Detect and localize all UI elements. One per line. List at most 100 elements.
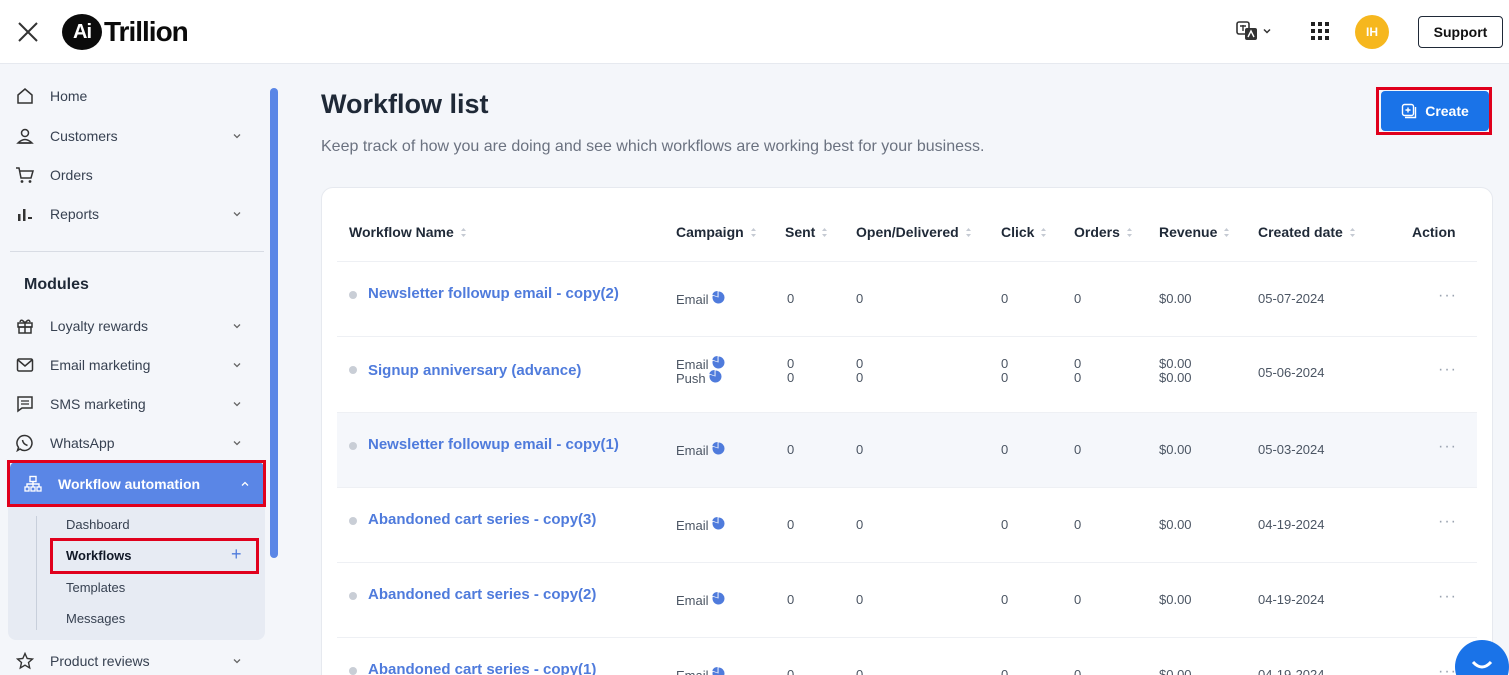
status-dot: [349, 517, 357, 525]
row-actions-menu-icon[interactable]: ···: [1438, 438, 1457, 456]
sidebar-item-orders[interactable]: Orders: [14, 157, 264, 193]
open-delivered-cell: 0: [856, 442, 864, 457]
translate-icon: [1236, 21, 1257, 40]
sidebar-item-email-marketing[interactable]: Email marketing: [14, 347, 264, 383]
campaign-cell: Email: [676, 517, 725, 533]
submenu-item-templates[interactable]: Templates: [66, 580, 125, 595]
orders-cell: 0: [1074, 370, 1082, 385]
column-header[interactable]: Campaign: [676, 224, 757, 240]
workflow-name-link[interactable]: Abandoned cart series - copy(1): [368, 661, 596, 675]
pie-chart-icon[interactable]: [708, 370, 722, 386]
row-actions-menu-icon[interactable]: ···: [1438, 287, 1457, 305]
sidebar-item-sms-marketing[interactable]: SMS marketing: [14, 386, 264, 422]
sidebar-item-product-reviews[interactable]: Product reviews: [14, 643, 264, 675]
page-title: Workflow list: [321, 89, 489, 119]
language-switcher[interactable]: [1236, 20, 1272, 42]
column-header[interactable]: Sent: [785, 224, 828, 240]
sort-icon[interactable]: [750, 227, 757, 238]
column-header-label: Open/Delivered: [856, 224, 959, 240]
workflow-name-link[interactable]: Abandoned cart series - copy(3): [368, 511, 596, 528]
sort-icon[interactable]: [1223, 227, 1230, 238]
column-header[interactable]: Created date: [1258, 224, 1356, 240]
column-header-label: Revenue: [1159, 224, 1218, 240]
sidebar-item-reports[interactable]: Reports: [14, 196, 264, 232]
chat-support-bubble[interactable]: [1455, 640, 1509, 675]
campaign-cell: Email: [676, 592, 725, 608]
sent-cell: 0: [787, 370, 795, 385]
support-button[interactable]: Support: [1418, 16, 1503, 48]
sidebar-scrollbar[interactable]: [270, 88, 278, 558]
open-delivered-cell: 0: [856, 370, 864, 385]
pie-chart-icon[interactable]: [711, 667, 725, 675]
sort-icon[interactable]: [965, 227, 972, 238]
sent-cell: 0: [787, 356, 795, 371]
revenue-cell: $0.00: [1159, 517, 1192, 532]
sidebar-item-customers[interactable]: Customers: [14, 118, 264, 154]
sidebar-item-whatsapp[interactable]: WhatsApp: [14, 425, 264, 461]
submenu-item-dashboard[interactable]: Dashboard: [66, 517, 130, 532]
revenue-cell: $0.00: [1159, 370, 1192, 385]
sort-icon[interactable]: [1040, 227, 1047, 238]
whatsapp-icon: [14, 432, 36, 454]
column-header[interactable]: Click: [1001, 224, 1047, 240]
app-logo[interactable]: Ai Trillion: [62, 12, 189, 52]
column-header[interactable]: Orders: [1074, 224, 1133, 240]
sort-icon[interactable]: [1349, 227, 1356, 238]
apps-grid-icon[interactable]: [1309, 20, 1331, 42]
campaign-cell: Email: [676, 667, 725, 675]
row-divider: [337, 637, 1477, 638]
submenu-item-messages[interactable]: Messages: [66, 611, 125, 626]
revenue-cell: $0.00: [1159, 356, 1192, 371]
column-header[interactable]: Workflow Name: [349, 224, 467, 240]
workflow-name-link[interactable]: Newsletter followup email - copy(2): [368, 285, 619, 302]
column-header-label: Campaign: [676, 224, 744, 240]
row-actions-menu-icon[interactable]: ···: [1438, 588, 1457, 606]
avatar[interactable]: IH: [1355, 15, 1389, 49]
row-divider: [337, 261, 1477, 262]
sort-icon[interactable]: [1126, 227, 1133, 238]
sidebar-item-home[interactable]: Home: [14, 78, 264, 114]
open-delivered-cell: 0: [856, 592, 864, 607]
campaign-label: Email: [676, 291, 709, 307]
pie-chart-icon[interactable]: [711, 517, 725, 533]
sidebar-item-label: Reports: [50, 206, 100, 222]
sent-cell: 0: [787, 517, 795, 532]
click-cell: 0: [1001, 442, 1009, 457]
column-header[interactable]: Open/Delivered: [856, 224, 972, 240]
click-cell: 0: [1001, 291, 1009, 306]
sent-cell: 0: [787, 291, 795, 306]
campaign-label: Email: [676, 517, 709, 533]
click-cell: 0: [1001, 592, 1009, 607]
campaign-cell: Email: [676, 291, 725, 307]
pie-chart-icon[interactable]: [711, 592, 725, 608]
chevron-down-icon: [233, 363, 241, 368]
column-header-label: Orders: [1074, 224, 1120, 240]
created-date-cell: 04-19-2024: [1258, 517, 1325, 532]
highlight-box-workflow-automation: [7, 460, 266, 507]
created-date-cell: 04-19-2024: [1258, 592, 1325, 607]
row-divider: [337, 336, 1477, 337]
workflow-name-link[interactable]: Abandoned cart series - copy(2): [368, 586, 596, 603]
sidebar-item-label: SMS marketing: [50, 396, 146, 412]
row-actions-menu-icon[interactable]: ···: [1438, 361, 1457, 379]
orders-cell: 0: [1074, 592, 1082, 607]
pie-chart-icon[interactable]: [711, 442, 725, 458]
cart-icon: [14, 164, 36, 186]
workflow-name-link[interactable]: Signup anniversary (advance): [368, 362, 581, 379]
sidebar-item-loyalty-rewards[interactable]: Loyalty rewards: [14, 308, 264, 344]
workflow-name-link[interactable]: Newsletter followup email - copy(1): [368, 436, 619, 453]
close-icon[interactable]: [14, 18, 42, 46]
sort-icon[interactable]: [460, 227, 467, 238]
column-header[interactable]: Revenue: [1159, 224, 1230, 240]
pie-chart-icon[interactable]: [711, 291, 725, 307]
created-date-cell: 05-06-2024: [1258, 365, 1325, 380]
user-icon: [14, 125, 36, 147]
sort-icon[interactable]: [821, 227, 828, 238]
orders-cell: 0: [1074, 291, 1082, 306]
sidebar-item-label: WhatsApp: [50, 435, 115, 451]
row-actions-menu-icon[interactable]: ···: [1438, 513, 1457, 531]
column-header: Action: [1412, 224, 1456, 240]
star-icon: [14, 650, 36, 672]
chevron-down-icon: [233, 324, 241, 329]
campaign-label: Email: [676, 442, 709, 458]
